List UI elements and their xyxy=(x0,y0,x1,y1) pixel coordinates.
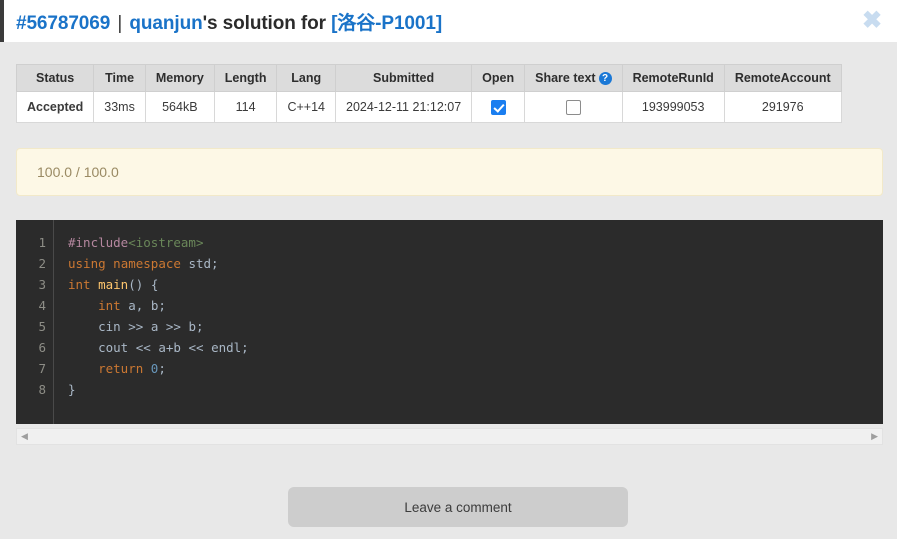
column-header-share-text: Share text? xyxy=(524,64,623,92)
header-left-edge-strip xyxy=(0,0,4,42)
code-line: cout << a+b << endl; xyxy=(98,340,249,355)
column-header-remote-run-id: RemoteRunId xyxy=(621,64,725,92)
line-number-gutter: 1 2 3 4 5 6 7 8 xyxy=(16,220,54,424)
column-header-memory: Memory xyxy=(144,64,215,92)
share-text-checkbox[interactable] xyxy=(565,99,581,115)
score-text: 100.0 / 100.0 xyxy=(37,164,119,180)
title-possessive-text: 's solution for xyxy=(202,13,332,34)
page-header: #56787069 | quanjun's solution for [洛谷-P… xyxy=(0,0,897,42)
code-text[interactable]: #include<iostream> using namespace std; … xyxy=(54,220,883,424)
line-number: 3 xyxy=(38,277,46,292)
line-number: 1 xyxy=(38,235,46,250)
code-line: int a, b; xyxy=(98,298,166,313)
line-number: 7 xyxy=(38,361,46,376)
scroll-right-arrow-icon[interactable]: ▶ xyxy=(867,431,882,442)
page-title: #56787069 | quanjun's solution for [洛谷-P… xyxy=(16,8,442,35)
table-row: Accepted 33ms 564kB 114 C++14 2024-12-11… xyxy=(15,91,842,123)
cell-submitted: 2024-12-11 21:12:07 xyxy=(334,91,473,123)
username-link[interactable]: quanjun xyxy=(129,13,202,34)
cell-length: 114 xyxy=(213,91,278,123)
source-code-block: 1 2 3 4 5 6 7 8 #include<iostream> using… xyxy=(16,220,883,424)
cell-remote-account: 291976 xyxy=(723,91,842,123)
submission-result-table: Status Time Memory Length Lang Submitted… xyxy=(15,64,842,123)
code-line: using namespace std; xyxy=(68,256,219,271)
submission-detail-page: #56787069 | quanjun's solution for [洛谷-P… xyxy=(0,0,897,539)
leave-comment-button[interactable]: Leave a comment xyxy=(288,487,628,527)
help-icon[interactable]: ? xyxy=(598,72,612,85)
line-number: 4 xyxy=(38,298,46,313)
column-header-status: Status xyxy=(15,64,95,92)
code-line: return 0; xyxy=(98,361,166,376)
problem-link[interactable]: [洛谷-P1001] xyxy=(331,13,442,34)
cell-open xyxy=(471,91,526,123)
code-line: int main() { xyxy=(68,277,159,292)
title-separator: | xyxy=(117,13,123,34)
line-number: 8 xyxy=(38,382,46,397)
cell-time: 33ms xyxy=(93,91,146,123)
line-number: 2 xyxy=(38,256,46,271)
code-line: } xyxy=(68,382,76,397)
cell-memory: 564kB xyxy=(144,91,215,123)
column-header-lang: Lang xyxy=(276,64,336,92)
remote-run-id-link[interactable]: 193999053 xyxy=(621,91,725,123)
leave-comment-button-label: Leave a comment xyxy=(404,499,512,515)
close-icon[interactable]: ✖ xyxy=(857,6,887,36)
column-header-time: Time xyxy=(93,64,146,92)
share-text-label: Share text xyxy=(535,71,596,85)
column-header-submitted: Submitted xyxy=(334,64,473,92)
score-panel: 100.0 / 100.0 xyxy=(16,148,883,196)
table-header-row: Status Time Memory Length Lang Submitted… xyxy=(15,64,842,92)
scroll-left-arrow-icon[interactable]: ◀ xyxy=(17,431,32,442)
code-line: cin >> a >> b; xyxy=(98,319,204,334)
column-header-remote-account: RemoteAccount xyxy=(723,64,842,92)
line-number: 5 xyxy=(38,319,46,334)
cell-lang: C++14 xyxy=(276,91,336,123)
column-header-open: Open xyxy=(471,64,526,92)
code-horizontal-scrollbar[interactable]: ◀ ▶ xyxy=(16,428,883,445)
open-checkbox[interactable] xyxy=(490,99,506,115)
column-header-length: Length xyxy=(213,64,278,92)
cell-share-text xyxy=(524,91,623,123)
status-badge: Accepted xyxy=(15,91,95,123)
submission-id-link[interactable]: #56787069 xyxy=(16,13,110,34)
code-line: #include<iostream> xyxy=(68,235,204,250)
line-number: 6 xyxy=(38,340,46,355)
